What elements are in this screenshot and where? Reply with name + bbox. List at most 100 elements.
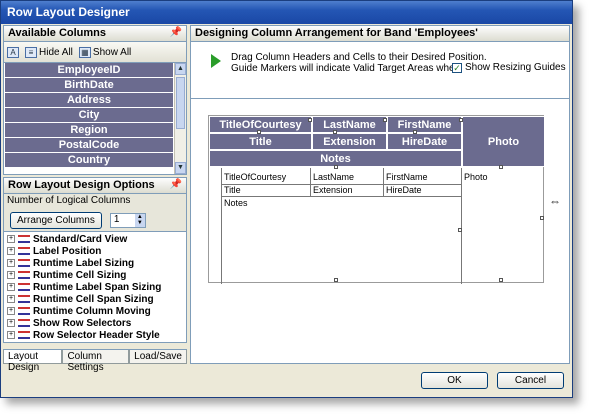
spinner-arrows-icon[interactable]: ▲ ▼	[134, 213, 145, 227]
hide-all-button[interactable]: ≡ Hide All	[25, 46, 73, 58]
designer-panel: Designing Column Arrangement for Band 'E…	[190, 25, 570, 364]
instructions: Drag Column Headers and Cells to their D…	[190, 42, 570, 98]
header-photo[interactable]: Photo	[462, 116, 545, 167]
cell-title[interactable]: Title	[222, 185, 310, 195]
expand-icon[interactable]: +	[7, 271, 15, 279]
designer-title: Designing Column Arrangement for Band 'E…	[195, 27, 478, 39]
resize-handle[interactable]	[540, 216, 544, 220]
tree-item-label: Runtime Column Moving	[33, 305, 151, 317]
property-icon	[18, 235, 30, 243]
tree-item-label: Label Position	[33, 245, 102, 257]
resize-handle[interactable]	[413, 130, 417, 134]
design-surface[interactable]: TitleOfCourtesy LastName FirstName Photo…	[190, 98, 570, 364]
tree-item-show-row-selectors[interactable]: + Show Row Selectors	[4, 317, 186, 329]
columns-scrollbar[interactable]: ▲ ▼	[174, 63, 186, 174]
logical-columns-spinner[interactable]: 1 ▲ ▼	[109, 212, 146, 228]
resize-handle[interactable]	[308, 118, 312, 122]
window-title: Row Layout Designer	[1, 1, 572, 24]
options-header: Row Layout Design Options 📌	[3, 177, 187, 194]
tree-item-label-position[interactable]: + Label Position	[4, 245, 186, 257]
scroll-down-icon[interactable]: ▼	[175, 162, 186, 174]
expand-icon[interactable]: +	[7, 307, 15, 315]
cell-lastname[interactable]: LastName	[311, 172, 383, 182]
hide-all-icon: ≡	[25, 46, 37, 58]
grid-line	[221, 196, 461, 197]
tree-item-runtime-column-moving[interactable]: + Runtime Column Moving	[4, 305, 186, 317]
property-icon	[18, 319, 30, 327]
resize-handle[interactable]	[499, 278, 503, 282]
resize-handle[interactable]	[333, 130, 337, 134]
column-item-region[interactable]: Region	[5, 123, 173, 138]
tree-item-runtime-label-sizing[interactable]: + Runtime Label Sizing	[4, 257, 186, 269]
cell-titleofcourtesy[interactable]: TitleOfCourtesy	[222, 172, 310, 182]
expand-icon[interactable]: +	[7, 259, 15, 267]
tree-item-runtime-label-span-sizing[interactable]: + Runtime Label Span Sizing	[4, 281, 186, 293]
tab-column-settings[interactable]: Column Settings	[62, 350, 130, 373]
resize-handle[interactable]	[459, 118, 463, 122]
arrange-columns-button[interactable]: Arrange Columns	[10, 211, 102, 229]
row-layout-designer-window: Row Layout Designer Available Columns 📌 …	[0, 0, 573, 398]
cancel-button[interactable]: Cancel	[497, 372, 564, 389]
resize-handle[interactable]	[334, 165, 338, 169]
cell-photo[interactable]: Photo	[462, 172, 522, 182]
property-icon	[18, 331, 30, 339]
tree-item-label: Runtime Cell Sizing	[33, 269, 127, 281]
resize-handle[interactable]	[334, 278, 338, 282]
column-item-address[interactable]: Address	[5, 93, 173, 108]
header-lastname[interactable]: LastName	[312, 116, 387, 133]
options-title: Row Layout Design Options	[8, 179, 155, 191]
tab-layout-design[interactable]: Layout Design	[3, 350, 63, 373]
header-hiredate[interactable]: HireDate	[387, 133, 462, 150]
expand-icon[interactable]: +	[7, 283, 15, 291]
cell-notes[interactable]: Notes	[222, 198, 310, 208]
left-tabs: Layout Design Column Settings Load/Save	[3, 349, 187, 373]
pin-icon[interactable]: 📌	[170, 179, 182, 190]
header-firstname[interactable]: FirstName	[387, 116, 462, 133]
instruction-line-1: Drag Column Headers and Cells to their D…	[231, 52, 487, 63]
sort-az-icon[interactable]: A	[7, 46, 19, 58]
show-all-button[interactable]: ▦ Show All	[78, 46, 132, 58]
scroll-thumb[interactable]	[176, 77, 185, 129]
tree-item-row-selector-header-style[interactable]: + Row Selector Header Style	[4, 329, 186, 341]
tree-item-label: Runtime Cell Span Sizing	[33, 293, 154, 305]
cell-hiredate[interactable]: HireDate	[384, 185, 461, 195]
logical-columns-value: 1	[113, 213, 120, 225]
column-item-city[interactable]: City	[5, 108, 173, 123]
expand-icon[interactable]: +	[7, 247, 15, 255]
tree-item-label: Runtime Label Span Sizing	[33, 281, 162, 293]
designer-header: Designing Column Arrangement for Band 'E…	[190, 25, 570, 42]
show-all-icon: ▦	[78, 46, 91, 58]
checkbox-checked-icon[interactable]: ✓	[452, 62, 462, 73]
column-item-postalcode[interactable]: PostalCode	[5, 138, 173, 153]
column-item-birthdate[interactable]: BirthDate	[5, 78, 173, 93]
show-resizing-guides-checkbox[interactable]: ✓ Show Resizing Guides	[452, 62, 566, 73]
pin-icon[interactable]: 📌	[170, 27, 182, 38]
expand-icon[interactable]: +	[7, 235, 15, 243]
resize-handle[interactable]	[499, 165, 503, 169]
property-icon	[18, 283, 30, 291]
tree-item-standard-card-view[interactable]: + Standard/Card View	[4, 233, 186, 245]
column-item-country[interactable]: Country	[5, 153, 173, 168]
expand-icon[interactable]: +	[7, 331, 15, 339]
cell-firstname[interactable]: FirstName	[384, 172, 461, 182]
tab-load-save[interactable]: Load/Save	[129, 350, 187, 364]
resize-handle[interactable]	[458, 228, 462, 232]
expand-icon[interactable]: +	[7, 295, 15, 303]
show-all-label: Show All	[92, 46, 132, 58]
tree-item-runtime-cell-span-sizing[interactable]: + Runtime Cell Span Sizing	[4, 293, 186, 305]
header-title[interactable]: Title	[209, 133, 312, 150]
dialog-buttons: OK Cancel	[190, 366, 570, 396]
tree-item-label: Show Row Selectors	[33, 317, 132, 329]
expand-icon[interactable]: +	[7, 319, 15, 327]
resize-handle[interactable]	[257, 130, 261, 134]
column-item-employeeid[interactable]: EmployeeID	[5, 63, 173, 78]
property-icon	[18, 259, 30, 267]
resize-handle[interactable]	[383, 118, 387, 122]
scroll-up-icon[interactable]: ▲	[175, 63, 186, 75]
header-extension[interactable]: Extension	[312, 133, 387, 150]
ok-button[interactable]: OK	[421, 372, 488, 389]
tree-item-runtime-cell-sizing[interactable]: + Runtime Cell Sizing	[4, 269, 186, 281]
options-tree: + Standard/Card View + Label Position + Run…	[3, 231, 187, 343]
cell-extension[interactable]: Extension	[311, 185, 383, 195]
property-icon	[18, 307, 30, 315]
